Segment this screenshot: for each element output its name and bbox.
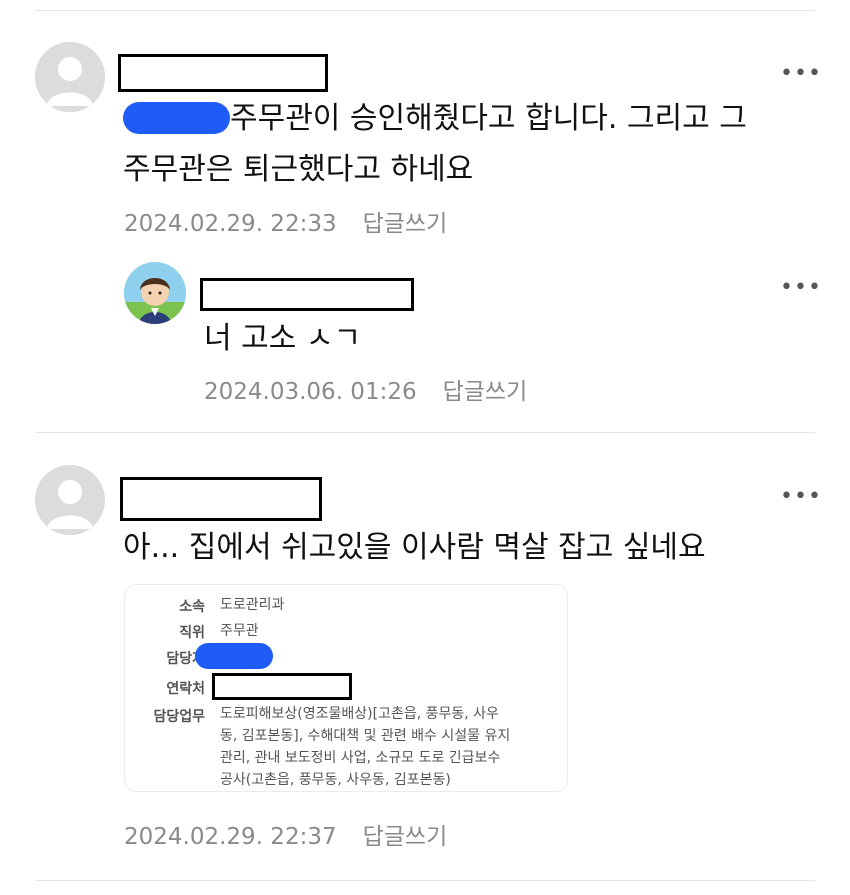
redacted-contact xyxy=(212,673,352,700)
default-avatar-icon[interactable] xyxy=(35,465,105,535)
attached-image-card[interactable]: 소속 도로관리과 직위 주무관 담당자 연락처 담당업무 도로피해보상(영조물배… xyxy=(124,584,568,792)
position-label: 직위 xyxy=(179,625,205,641)
comment-text: 아... 집에서 쉬고있을 이사람 멱살 잡고 싶네요 xyxy=(123,530,706,565)
comment-meta: 2024.02.29. 22:33 답글쓰기 xyxy=(124,204,447,238)
comment-date: 2024.02.29. 22:37 xyxy=(124,824,337,850)
redacted-username xyxy=(120,477,322,521)
position-value: 주무관 xyxy=(220,623,259,639)
affiliation-label: 소속 xyxy=(179,599,205,615)
duty-line: 공사(고촌읍, 풍무동, 사우동, 김포본동) xyxy=(220,772,451,788)
duty-line: 도로피해보상(영조물배상)[고촌읍, 풍무동, 사우 xyxy=(220,706,499,722)
duty-line: 동, 김포본동], 수해대책 및 관련 배수 시설물 유지 xyxy=(220,728,511,744)
duty-line: 관리, 관내 보도정비 사업, 소규모 도로 긴급보수 xyxy=(220,750,501,766)
redacted-username xyxy=(200,278,414,311)
divider-bottom xyxy=(35,880,815,881)
affiliation-value: 도로관리과 xyxy=(220,597,285,613)
divider-middle xyxy=(35,432,815,433)
reply-meta: 2024.03.06. 01:26 답글쓰기 xyxy=(204,372,527,406)
duty-value: 도로피해보상(영조물배상)[고촌읍, 풍무동, 사우 동, 김포본동], 수해대… xyxy=(220,703,550,791)
contact-label: 연락처 xyxy=(166,681,205,697)
character-avatar-icon[interactable] xyxy=(124,262,186,324)
reply-text: 너 고소 ㅅㄱ xyxy=(204,321,362,356)
manager-label: 담당자 xyxy=(166,651,205,667)
reply-button[interactable]: 답글쓰기 xyxy=(443,379,528,405)
redacted-username xyxy=(118,54,328,92)
comment-date: 2024.02.29. 22:33 xyxy=(124,211,337,237)
comment-text-line1: 주무관이 승인해줬다고 합니다. 그리고 그 xyxy=(230,101,747,136)
comment-meta: 2024.02.29. 22:37 답글쓰기 xyxy=(124,817,447,851)
more-options-icon[interactable]: ••• xyxy=(780,486,822,508)
redaction-blob xyxy=(195,643,273,669)
reply-date: 2024.03.06. 01:26 xyxy=(204,379,417,405)
reply-button[interactable]: 답글쓰기 xyxy=(363,211,448,237)
more-options-icon[interactable]: ••• xyxy=(780,277,822,299)
default-avatar-icon[interactable] xyxy=(35,42,105,112)
divider-top xyxy=(35,10,815,11)
redaction-blob xyxy=(123,102,230,134)
duty-label: 담당업무 xyxy=(153,709,205,725)
comment-text-line2: 주무관은 퇴근했다고 하네요 xyxy=(123,152,474,187)
more-options-icon[interactable]: ••• xyxy=(780,63,822,85)
reply-button[interactable]: 답글쓰기 xyxy=(363,824,448,850)
